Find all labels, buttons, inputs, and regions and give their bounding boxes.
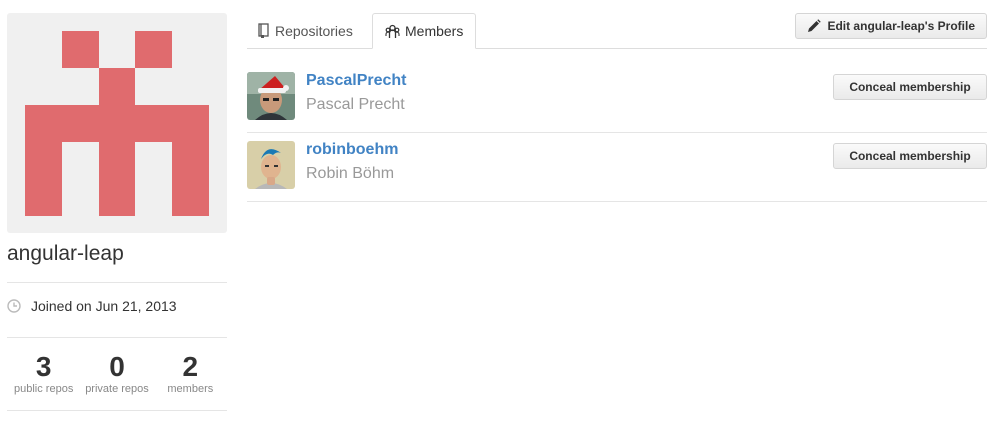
sidebar-divider	[7, 282, 227, 283]
member-full-name: Pascal Precht	[306, 96, 405, 113]
avatar-robin-image	[247, 141, 295, 189]
stat-public-repos[interactable]: 3 public repos	[7, 351, 80, 396]
stat-value: 0	[109, 351, 125, 382]
stat-label: private repos	[85, 383, 149, 395]
conceal-membership-button[interactable]: Conceal membership	[833, 143, 987, 169]
member-login-link[interactable]: PascalPrecht	[306, 72, 407, 90]
tab-members[interactable]: Members	[372, 13, 476, 49]
org-avatar	[7, 13, 227, 233]
clock-icon	[7, 299, 21, 313]
member-avatar[interactable]	[247, 72, 295, 120]
stat-members[interactable]: 2 members	[154, 351, 227, 396]
edit-profile-label: Edit angular-leap's Profile	[827, 19, 975, 33]
pencil-icon	[808, 19, 822, 32]
tab-label: Members	[405, 23, 464, 39]
member-row: PascalPrecht Pascal Precht Conceal membe…	[247, 63, 987, 133]
identicon-image	[25, 31, 209, 216]
stat-label: members	[167, 383, 214, 395]
sidebar-divider	[7, 410, 227, 411]
stat-private-repos[interactable]: 0 private repos	[80, 351, 153, 396]
member-row: robinboehm Robin Böhm Conceal membership	[247, 132, 987, 202]
tab-repositories[interactable]: Repositories	[257, 13, 353, 48]
avatar-pascal-image	[247, 72, 295, 120]
tab-label: Repositories	[275, 22, 353, 39]
stat-label: public repos	[14, 383, 74, 395]
member-full-name: Robin Böhm	[306, 165, 395, 182]
sidebar-divider	[7, 337, 227, 338]
stat-value: 2	[182, 351, 199, 382]
joined-date: Joined on Jun 21, 2013	[31, 298, 177, 314]
conceal-membership-button[interactable]: Conceal membership	[833, 74, 987, 100]
org-stats: 3 public repos 0 private repos 2 members	[7, 351, 227, 396]
edit-profile-button[interactable]: Edit angular-leap's Profile	[795, 13, 987, 39]
joined-info: Joined on Jun 21, 2013	[7, 298, 177, 314]
organization-icon	[385, 24, 400, 38]
member-login-link[interactable]: robinboehm	[306, 141, 398, 159]
org-name: angular-leap	[7, 242, 124, 265]
repo-icon	[258, 23, 269, 38]
member-avatar[interactable]	[247, 141, 295, 189]
stat-value: 3	[35, 351, 52, 382]
